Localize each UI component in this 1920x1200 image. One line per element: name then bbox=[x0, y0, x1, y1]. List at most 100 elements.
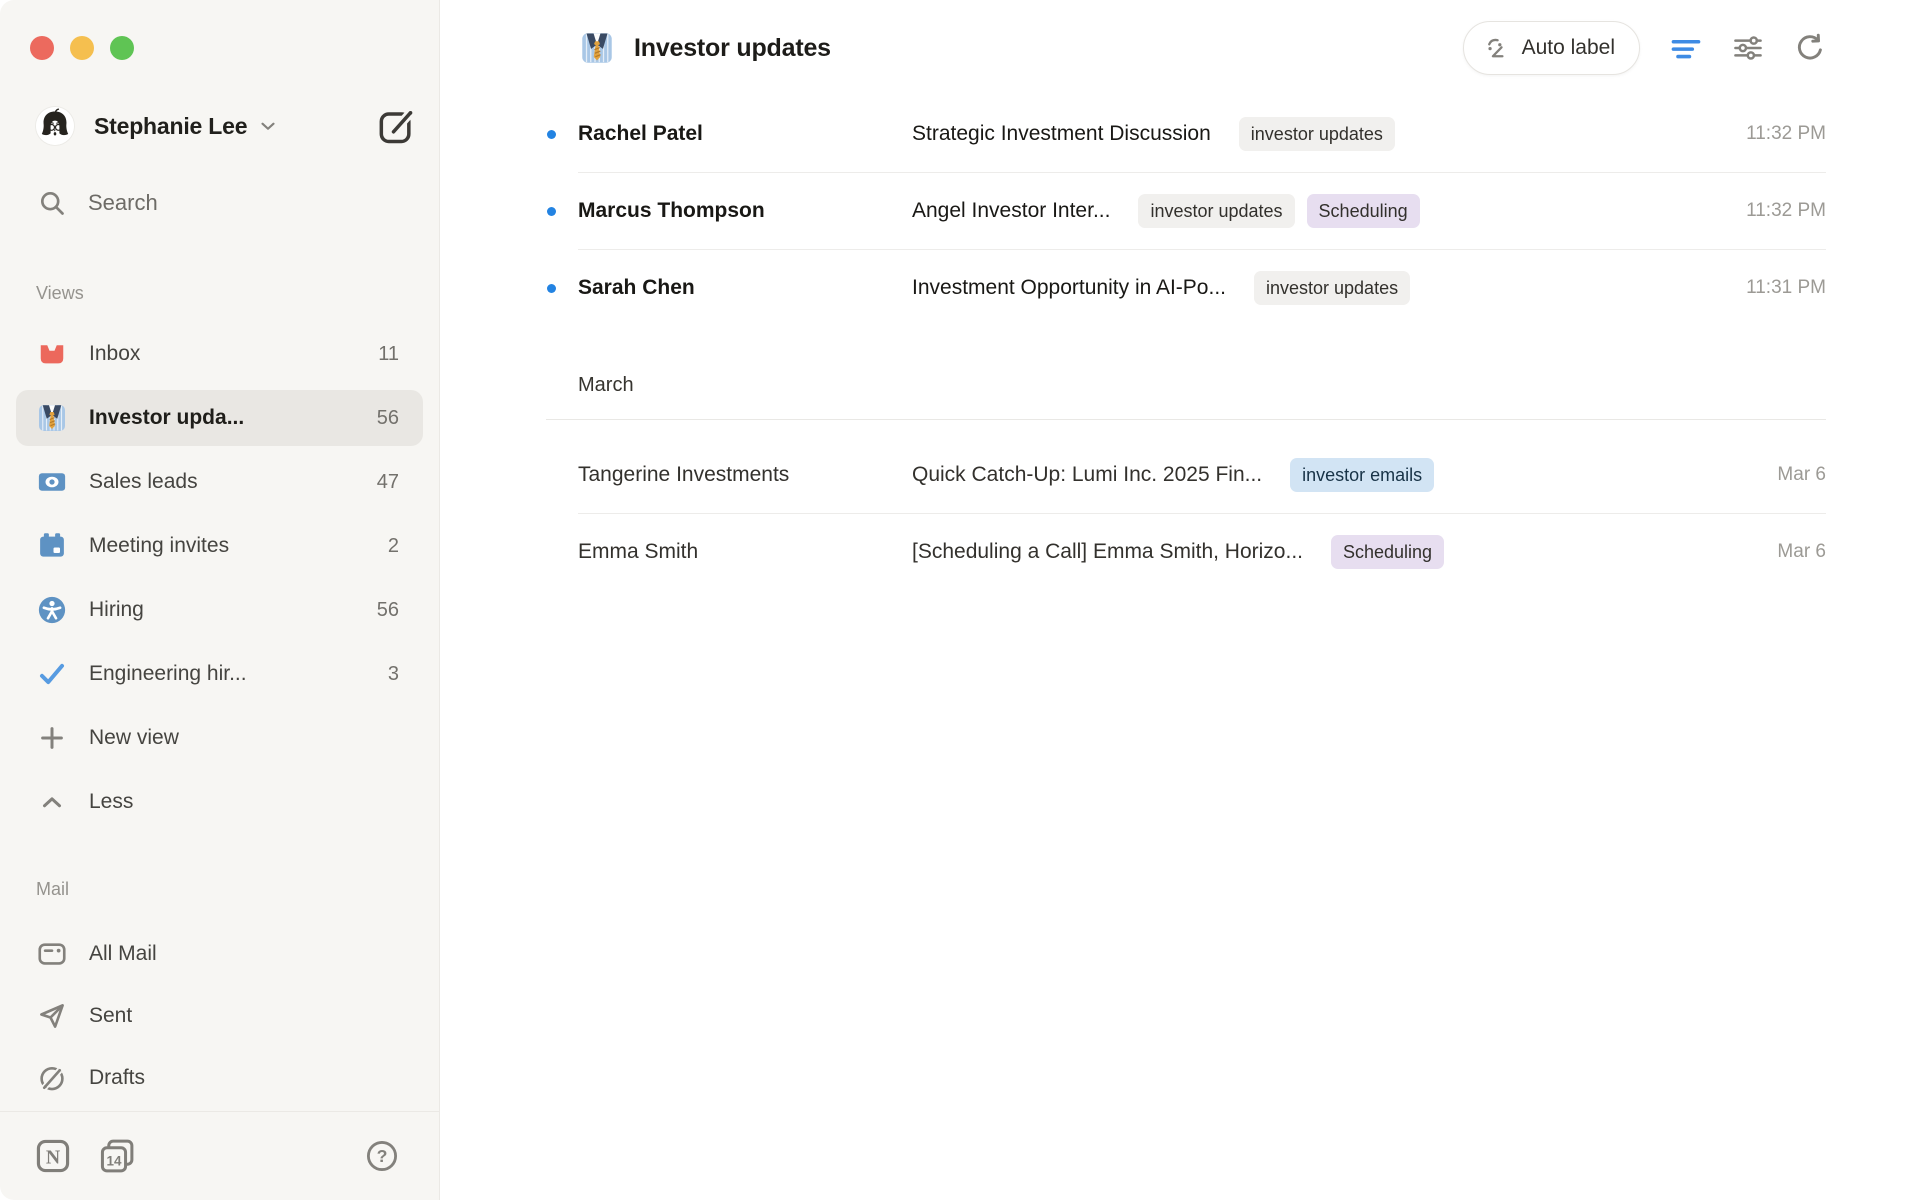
calendar-icon bbox=[37, 531, 67, 561]
refresh-icon[interactable] bbox=[1794, 32, 1826, 64]
unread-count: 56 bbox=[367, 407, 399, 430]
email-tag[interactable]: Scheduling bbox=[1307, 194, 1420, 228]
auto-label-text: Auto label bbox=[1522, 36, 1615, 60]
mail-app-window: Stephanie Lee Search Views Inbox11Invest… bbox=[0, 0, 1920, 1200]
account-name: Stephanie Lee bbox=[94, 113, 247, 140]
unread-dot bbox=[547, 284, 556, 293]
sidebar-footer-bar: N 14? bbox=[0, 1112, 439, 1200]
svg-text:?: ? bbox=[377, 1146, 388, 1166]
search-icon bbox=[38, 189, 66, 217]
sidebar-action-less[interactable]: Less bbox=[16, 774, 423, 830]
minimize-button[interactable] bbox=[70, 36, 94, 60]
chevron-up-icon bbox=[37, 787, 67, 817]
email-tags: investor updates Scheduling bbox=[1138, 194, 1419, 228]
unread-count: 11 bbox=[368, 343, 399, 366]
inbox-icon bbox=[37, 339, 67, 369]
all-mail-icon bbox=[37, 939, 67, 969]
view-toolbar: Auto label bbox=[1463, 21, 1826, 75]
main-panel: Investor updates Auto label Rachel Patel… bbox=[440, 0, 1920, 1200]
check-icon bbox=[37, 659, 67, 689]
email-group: Rachel PatelStrategic Investment Discuss… bbox=[546, 96, 1826, 326]
email-row[interactable]: Rachel PatelStrategic Investment Discuss… bbox=[546, 96, 1826, 172]
unread-count: 2 bbox=[378, 535, 399, 558]
sidebar-item-meeting-invites[interactable]: Meeting invites 2 bbox=[16, 518, 423, 574]
notion-calendar-icon[interactable]: 14 bbox=[98, 1137, 136, 1175]
sidebar-action-label: New view bbox=[89, 726, 179, 750]
help-icon[interactable]: ? bbox=[365, 1139, 399, 1173]
unread-dot bbox=[547, 207, 556, 216]
unread-dot-column bbox=[546, 207, 578, 216]
email-tags: Scheduling bbox=[1331, 535, 1444, 569]
zoom-button[interactable] bbox=[110, 36, 134, 60]
email-sender: Sarah Chen bbox=[578, 276, 912, 300]
email-tag[interactable]: investor updates bbox=[1239, 117, 1395, 151]
compose-button[interactable] bbox=[373, 103, 419, 149]
sidebar-item-inbox[interactable]: Inbox11 bbox=[16, 326, 423, 382]
view-header: Investor updates Auto label bbox=[440, 0, 1920, 96]
auto-label-button[interactable]: Auto label bbox=[1463, 21, 1640, 75]
search-label: Search bbox=[88, 190, 158, 216]
unread-count: 47 bbox=[367, 471, 399, 494]
drafts-icon bbox=[37, 1063, 67, 1093]
email-sender: Rachel Patel bbox=[578, 122, 912, 146]
sidebar-item-label: Investor upda... bbox=[89, 406, 244, 430]
sidebar-item-hiring[interactable]: Hiring56 bbox=[16, 582, 423, 638]
person-circle-icon bbox=[37, 595, 67, 625]
sidebar-item-investor-upda[interactable]: Investor upda... 56 bbox=[16, 390, 423, 446]
unread-dot bbox=[547, 130, 556, 139]
email-row[interactable]: Tangerine InvestmentsQuick Catch-Up: Lum… bbox=[546, 437, 1826, 513]
banknote-icon bbox=[37, 467, 67, 497]
sidebar-item-all-mail[interactable]: All Mail bbox=[16, 926, 423, 982]
sidebar-item-label: Meeting invites bbox=[89, 534, 229, 558]
email-tag[interactable]: investor updates bbox=[1254, 271, 1410, 305]
email-tag[interactable]: Scheduling bbox=[1331, 535, 1444, 569]
email-tags: investor updates bbox=[1239, 117, 1395, 151]
view-title: Investor updates bbox=[634, 34, 831, 63]
email-subject: Quick Catch-Up: Lumi Inc. 2025 Fin... bbox=[912, 463, 1262, 487]
filter-icon[interactable] bbox=[1670, 32, 1702, 64]
date-group-header: March bbox=[578, 372, 1826, 398]
sidebar-item-drafts[interactable]: Drafts bbox=[16, 1050, 423, 1106]
sidebar-item-label: All Mail bbox=[89, 942, 157, 966]
email-list: Rachel PatelStrategic Investment Discuss… bbox=[440, 96, 1920, 590]
email-row[interactable]: Emma Smith[Scheduling a Call] Emma Smith… bbox=[546, 514, 1826, 590]
close-button[interactable] bbox=[30, 36, 54, 60]
plus-icon bbox=[37, 723, 67, 753]
suit-icon bbox=[37, 403, 67, 433]
email-sender: Emma Smith bbox=[578, 540, 912, 564]
views-list: Inbox11 Investor upda... 56 Sales leads47 Me… bbox=[0, 326, 439, 830]
email-tag[interactable]: investor updates bbox=[1138, 194, 1294, 228]
email-sender: Marcus Thompson bbox=[578, 199, 912, 223]
sidebar-item-sent[interactable]: Sent bbox=[16, 988, 423, 1044]
chevron-down-icon[interactable] bbox=[257, 115, 279, 137]
svg-text:14: 14 bbox=[107, 1153, 122, 1168]
email-group: Tangerine InvestmentsQuick Catch-Up: Lum… bbox=[546, 420, 1826, 590]
email-time: Mar 6 bbox=[1753, 464, 1826, 486]
sidebar-action-new-view[interactable]: New view bbox=[16, 710, 423, 766]
search-button[interactable]: Search bbox=[38, 188, 419, 218]
sidebar-item-engineering-hir[interactable]: Engineering hir... 3 bbox=[16, 646, 423, 702]
unread-count: 3 bbox=[378, 663, 399, 686]
email-subject: Investment Opportunity in AI-Po... bbox=[912, 276, 1226, 300]
email-tag[interactable]: investor emails bbox=[1290, 458, 1434, 492]
window-controls bbox=[0, 0, 439, 60]
email-row[interactable]: Sarah ChenInvestment Opportunity in AI-P… bbox=[546, 250, 1826, 326]
sidebar-item-sales-leads[interactable]: Sales leads47 bbox=[16, 454, 423, 510]
email-sender: Tangerine Investments bbox=[578, 463, 912, 487]
mail-list: All Mail Sent Drafts bbox=[0, 926, 439, 1106]
avatar[interactable] bbox=[36, 107, 74, 145]
account-row[interactable]: Stephanie Lee bbox=[36, 106, 419, 146]
auto-label-icon bbox=[1484, 35, 1510, 61]
email-time: 11:32 PM bbox=[1722, 200, 1826, 222]
email-subject: Angel Investor Inter... bbox=[912, 199, 1110, 223]
sidebar-item-label: Engineering hir... bbox=[89, 662, 247, 686]
email-row[interactable]: Marcus ThompsonAngel Investor Inter... in… bbox=[546, 173, 1826, 249]
unread-count: 56 bbox=[367, 599, 399, 622]
necktie-suit-icon bbox=[580, 31, 614, 65]
email-subject: [Scheduling a Call] Emma Smith, Horizo..… bbox=[912, 540, 1303, 564]
notion-logo-icon[interactable]: N bbox=[34, 1137, 72, 1175]
sidebar-item-label: Sent bbox=[89, 1004, 132, 1028]
display-settings-icon[interactable] bbox=[1732, 32, 1764, 64]
email-tags: investor updates bbox=[1254, 271, 1410, 305]
send-icon bbox=[37, 1001, 67, 1031]
